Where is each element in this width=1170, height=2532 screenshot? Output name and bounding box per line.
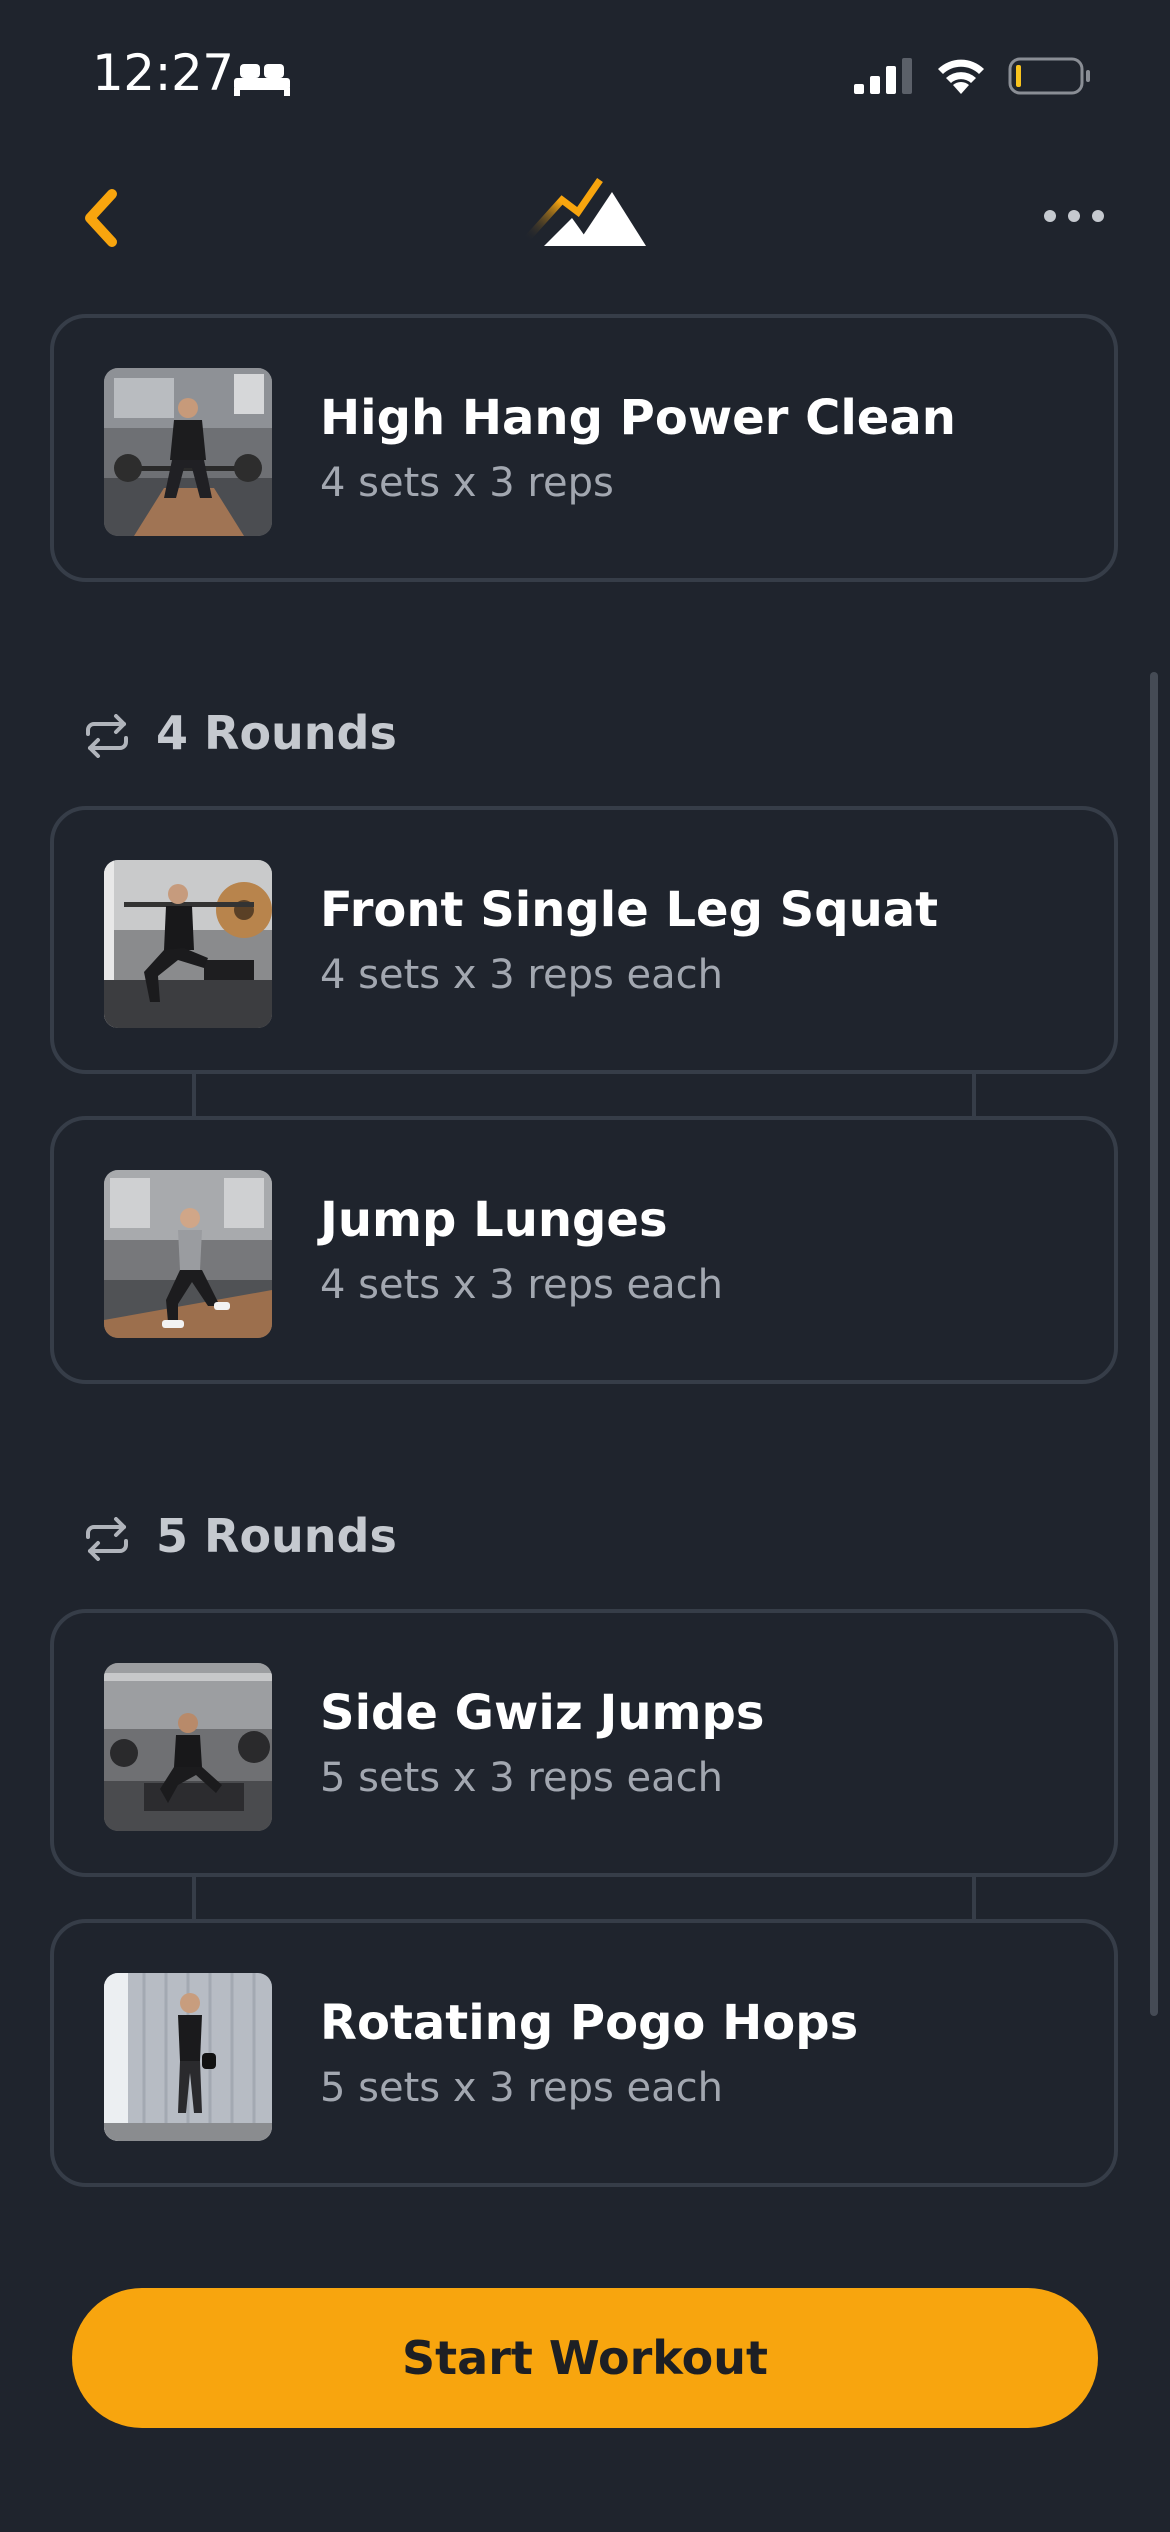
exercise-thumbnail bbox=[104, 1663, 272, 1831]
exercise-name: Jump Lunges bbox=[320, 1192, 668, 1248]
exercise-name: Side Gwiz Jumps bbox=[320, 1685, 765, 1741]
exercise-sets: 4 sets x 3 reps each bbox=[320, 1262, 723, 1308]
scrollbar[interactable] bbox=[1150, 672, 1158, 2016]
status-bar: 12:27 bbox=[0, 0, 1170, 150]
exercise-name: Rotating Pogo Hops bbox=[320, 1995, 859, 2051]
more-button[interactable] bbox=[1040, 190, 1108, 240]
superset-connector bbox=[192, 1074, 196, 1116]
rounds-header: 4 Rounds bbox=[82, 700, 682, 770]
superset-connector bbox=[972, 1877, 976, 1919]
cellular-signal-icon bbox=[854, 58, 912, 94]
exercise-card[interactable]: Jump Lunges 4 sets x 3 reps each bbox=[50, 1116, 1118, 1384]
rounds-header: 5 Rounds bbox=[82, 1503, 682, 1573]
exercise-thumbnail bbox=[104, 1170, 272, 1338]
exercise-card[interactable]: Rotating Pogo Hops 5 sets x 3 reps each bbox=[50, 1919, 1118, 2187]
start-workout-button[interactable]: Start Workout bbox=[72, 2288, 1098, 2428]
exercise-thumbnail bbox=[104, 860, 272, 1028]
rounds-label: 5 Rounds bbox=[156, 1509, 397, 1563]
exercise-sets: 5 sets x 3 reps each bbox=[320, 1755, 723, 1801]
exercise-name: High Hang Power Clean bbox=[320, 390, 956, 446]
back-button[interactable] bbox=[68, 182, 128, 252]
exercise-card[interactable]: Side Gwiz Jumps 5 sets x 3 reps each bbox=[50, 1609, 1118, 1877]
nav-bar bbox=[0, 160, 1170, 280]
rounds-label: 4 Rounds bbox=[156, 706, 397, 760]
superset-connector bbox=[972, 1074, 976, 1116]
exercise-sets: 4 sets x 3 reps bbox=[320, 460, 614, 506]
exercise-card[interactable]: High Hang Power Clean 4 sets x 3 reps bbox=[50, 314, 1118, 582]
more-horizontal-icon bbox=[1044, 210, 1104, 222]
chevron-left-icon bbox=[85, 189, 117, 247]
exercise-sets: 5 sets x 3 reps each bbox=[320, 2065, 723, 2111]
repeat-icon bbox=[86, 1517, 128, 1561]
exercise-card[interactable]: Front Single Leg Squat 4 sets x 3 reps e… bbox=[50, 806, 1118, 1074]
exercise-thumbnail bbox=[104, 1973, 272, 2141]
superset-connector bbox=[192, 1877, 196, 1919]
exercise-thumbnail bbox=[104, 368, 272, 536]
mountain-logo bbox=[523, 178, 646, 246]
status-time: 12:27 bbox=[92, 44, 234, 102]
exercise-sets: 4 sets x 3 reps each bbox=[320, 952, 723, 998]
battery-low-icon bbox=[1008, 57, 1090, 95]
exercise-name: Front Single Leg Squat bbox=[320, 882, 939, 938]
bed-icon bbox=[234, 64, 290, 96]
repeat-icon bbox=[86, 714, 128, 758]
wifi-icon bbox=[938, 59, 984, 94]
